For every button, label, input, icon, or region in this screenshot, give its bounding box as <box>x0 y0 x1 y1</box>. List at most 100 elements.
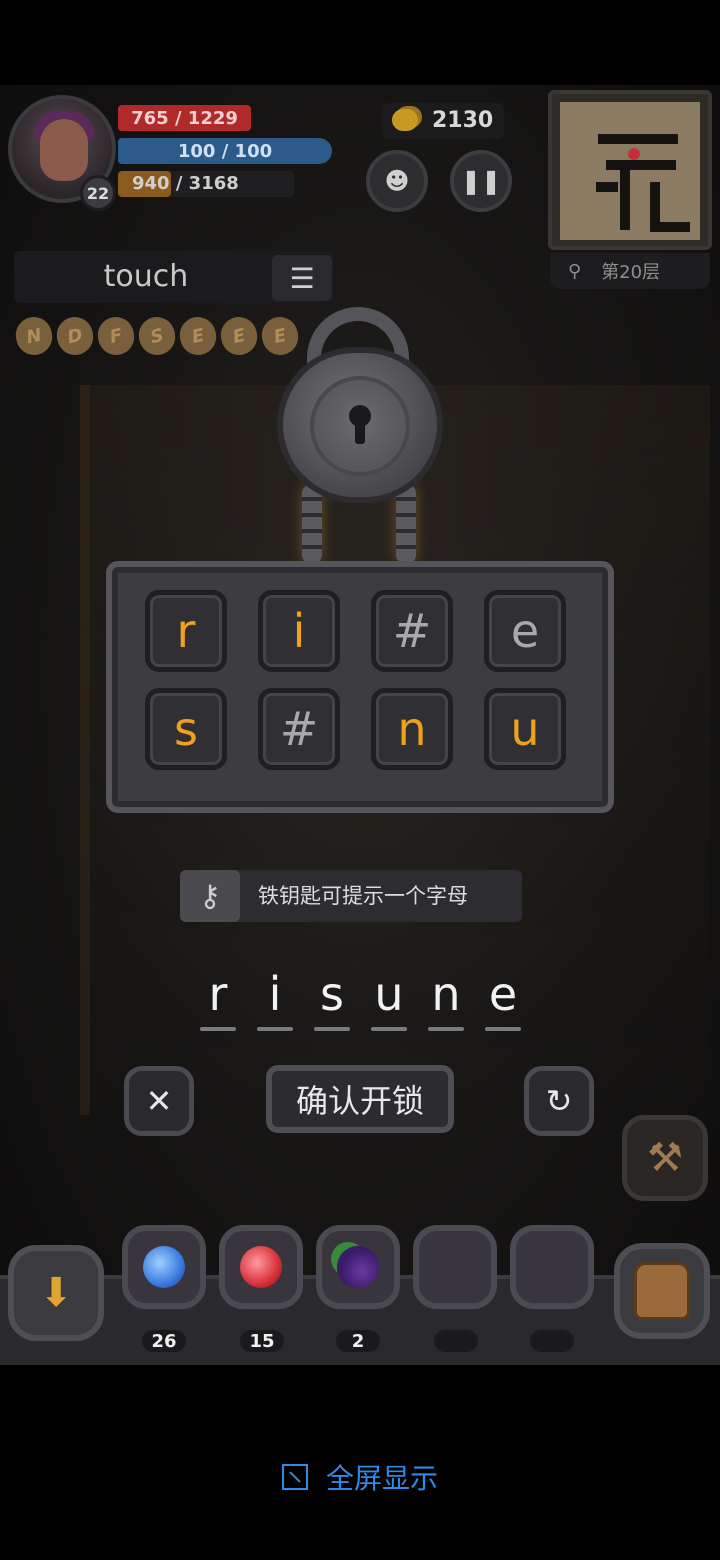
iron-key-icon[interactable]: ⚷ <box>180 870 240 922</box>
rune-stone: E <box>258 313 302 359</box>
close-button[interactable]: ✕ <box>124 1066 194 1136</box>
answer-letter: u <box>374 967 404 1021</box>
inventory-slot-empty[interactable] <box>510 1225 594 1309</box>
rune-stone: D <box>53 313 97 359</box>
answer-row: r i s u n e <box>200 965 521 1031</box>
minimap-floor <box>560 102 700 240</box>
chain-left <box>302 485 322 563</box>
current-word-box: touch ☰ <box>14 251 334 303</box>
fullscreen-link[interactable]: 全屏显示 <box>0 1455 720 1499</box>
answer-underline <box>314 1027 350 1031</box>
answer-letter: i <box>268 967 282 1021</box>
answer-slot[interactable]: r <box>200 965 236 1031</box>
rune-stone: E <box>217 313 261 359</box>
hero-face <box>40 119 88 181</box>
keyhole-slot <box>355 422 365 444</box>
backpack-button[interactable] <box>614 1243 710 1339</box>
minimap-wall <box>596 182 618 192</box>
answer-slot[interactable]: i <box>257 965 293 1031</box>
inventory-slot[interactable] <box>122 1225 206 1309</box>
answer-underline <box>371 1027 407 1031</box>
item-count <box>530 1330 574 1352</box>
hammer-button[interactable]: ⚒ <box>622 1115 708 1201</box>
hp-bar: 765 / 1229 <box>118 105 251 131</box>
gold-value: 2130 <box>432 108 494 133</box>
hud: 22 765 / 1229 100 / 100 940 / 3168 2130 … <box>0 85 720 359</box>
fullscreen-label: 全屏显示 <box>325 1462 438 1495</box>
answer-slot[interactable]: n <box>428 965 464 1031</box>
answer-slot[interactable]: s <box>314 965 350 1031</box>
red-potion-icon <box>240 1246 282 1288</box>
floor-label: 第20层 <box>601 262 661 283</box>
descend-button[interactable]: ⬇ <box>8 1245 104 1341</box>
xp-text: 940 / 3168 <box>132 173 239 194</box>
minimap-wall <box>650 182 660 232</box>
current-word: touch <box>103 259 189 294</box>
answer-letter: s <box>320 967 344 1021</box>
rune-row: N D F S E E E <box>12 313 302 361</box>
padlock-face <box>310 376 410 476</box>
item-count: 26 <box>142 1330 186 1352</box>
padlock <box>277 347 443 503</box>
hint-bar[interactable]: ⚷ 铁钥匙可提示一个字母 <box>180 870 522 922</box>
answer-underline <box>257 1027 293 1031</box>
letter-tile[interactable]: e <box>484 590 566 672</box>
letter-tile[interactable]: i <box>258 590 340 672</box>
word-list-button[interactable]: ☰ <box>272 255 332 301</box>
floor-indicator[interactable]: ⚲ 第20层 <box>550 253 710 289</box>
mp-bar: 100 / 100 <box>118 138 332 164</box>
minimap[interactable] <box>548 90 712 250</box>
hammer-icon: ⚒ <box>647 1135 683 1181</box>
letter-tile[interactable]: # <box>258 688 340 770</box>
inventory-slot[interactable] <box>316 1225 400 1309</box>
pet-face-icon: ☻ <box>384 167 410 195</box>
list-icon: ☰ <box>289 261 315 295</box>
answer-underline <box>485 1027 521 1031</box>
fullscreen-icon <box>281 1464 308 1490</box>
close-icon: ✕ <box>145 1082 173 1120</box>
letter-tile[interactable]: s <box>145 688 227 770</box>
rune-stone: N <box>12 313 56 359</box>
gold-coin-icon <box>392 109 418 131</box>
item-count <box>434 1330 478 1352</box>
refresh-icon: ↻ <box>545 1082 573 1120</box>
chain-right <box>396 485 416 563</box>
magnifier-icon: ⚲ <box>568 260 582 282</box>
rune-stone: E <box>176 313 220 359</box>
minimap-wall <box>598 134 678 144</box>
hint-text: 铁钥匙可提示一个字母 <box>258 884 468 908</box>
answer-slot[interactable]: e <box>485 965 521 1031</box>
item-count: 15 <box>240 1330 284 1352</box>
rune-stone: F <box>94 313 138 359</box>
game-screen: 22 765 / 1229 100 / 100 940 / 3168 2130 … <box>0 85 720 1365</box>
minimap-wall <box>620 160 630 230</box>
confirm-unlock-button[interactable]: 确认开锁 <box>266 1065 454 1133</box>
letter-tile[interactable]: r <box>145 590 227 672</box>
backpack-icon <box>634 1262 690 1320</box>
inventory-slot-empty[interactable] <box>413 1225 497 1309</box>
answer-underline <box>428 1027 464 1031</box>
inventory-slot[interactable] <box>219 1225 303 1309</box>
answer-letter: n <box>431 967 461 1021</box>
gold-counter: 2130 <box>382 103 504 139</box>
berries-icon <box>337 1246 379 1288</box>
player-marker <box>628 148 640 160</box>
letter-tile[interactable]: # <box>371 590 453 672</box>
minimap-wall <box>660 222 690 232</box>
rune-stone: S <box>135 313 179 359</box>
blue-potion-icon <box>143 1246 185 1288</box>
minimap-wall <box>606 160 676 170</box>
level-badge: 22 <box>80 175 116 211</box>
item-count: 2 <box>336 1330 380 1352</box>
pause-icon: ❚❚ <box>460 167 502 195</box>
pet-button[interactable]: ☻ <box>366 150 428 212</box>
arrow-down-icon: ⬇ <box>39 1270 73 1316</box>
answer-slot[interactable]: u <box>371 965 407 1031</box>
letter-tile[interactable]: u <box>484 688 566 770</box>
answer-letter: r <box>208 967 228 1021</box>
answer-underline <box>200 1027 236 1031</box>
pause-button[interactable]: ❚❚ <box>450 150 512 212</box>
letter-tile[interactable]: n <box>371 688 453 770</box>
reset-button[interactable]: ↻ <box>524 1066 594 1136</box>
answer-letter: e <box>488 967 518 1021</box>
